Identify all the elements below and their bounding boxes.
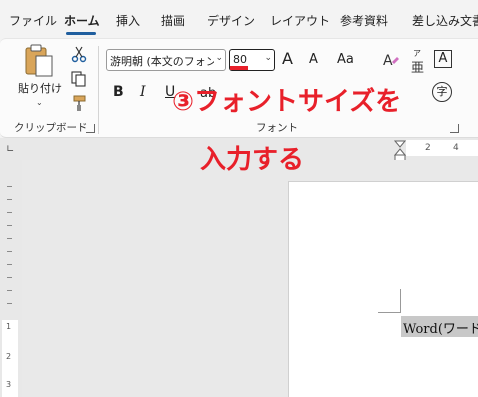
tab-file[interactable]: ファイル [9, 12, 57, 29]
ruler-number: 2 [425, 143, 431, 153]
ruler-tick [7, 303, 12, 304]
ruler-tick [7, 277, 12, 278]
grow-font-button[interactable]: A [282, 49, 293, 68]
ruler-tick [7, 238, 12, 239]
tab-mailings[interactable]: 差し込み文書 [412, 12, 478, 29]
ruler-number: 3 [6, 380, 12, 389]
phonetic-guide-button[interactable]: ア 亜 [410, 48, 428, 76]
character-border-button[interactable]: A [434, 50, 452, 68]
enclose-characters-button[interactable]: 字 [432, 82, 452, 102]
clipboard-launcher-icon[interactable] [86, 124, 95, 133]
ruler-tick [7, 186, 12, 187]
ruler-number: 1 [6, 322, 12, 331]
format-painter-icon[interactable] [70, 94, 88, 112]
ruler-number: 4 [453, 143, 459, 153]
tab-insert[interactable]: 挿入 [116, 12, 140, 29]
clear-formatting-icon[interactable]: A [382, 51, 400, 69]
annotation-step-text-2: 入力する [200, 145, 305, 175]
shrink-font-button[interactable]: A [309, 52, 318, 67]
paste-button[interactable]: 貼り付け ⌄ [16, 44, 64, 108]
indent-marker-icon[interactable] [394, 140, 406, 162]
ruler-number: 2 [6, 352, 12, 361]
font-launcher-icon[interactable] [450, 124, 459, 133]
active-tab-indicator [66, 32, 96, 35]
selected-document-text[interactable]: Word(ワード [401, 316, 478, 337]
tab-design[interactable]: デザイン [207, 12, 255, 29]
ruler-tick [7, 264, 12, 265]
paste-icon [25, 44, 53, 77]
svg-text:A: A [383, 53, 393, 69]
font-size-value: 80 [233, 53, 247, 66]
document-page[interactable] [288, 181, 478, 397]
menu-tab-bar: ファイル ホーム 挿入 描画 デザイン レイアウト 参考資料 差し込み文書 [0, 0, 478, 38]
cut-icon[interactable] [70, 45, 88, 63]
tab-layout[interactable]: レイアウト [270, 12, 330, 29]
chevron-down-icon: ⌄ [215, 53, 223, 63]
font-name-dropdown[interactable]: 游明朝 (本文のフォン ⌄ [106, 49, 226, 71]
ruler-tick [7, 290, 12, 291]
chevron-down-icon[interactable]: ⌄ [36, 98, 43, 107]
tab-selector-icon[interactable]: ∟ [6, 144, 14, 155]
paste-label: 貼り付け [18, 82, 62, 95]
margin-corner-mark [378, 312, 401, 313]
top-ruler [406, 140, 478, 156]
chevron-down-icon: ⌄ [264, 53, 272, 63]
change-case-button[interactable]: Aa [337, 52, 354, 67]
ruby-base: 亜 [411, 61, 425, 76]
tab-draw[interactable]: 描画 [161, 12, 185, 29]
group-divider [98, 46, 99, 134]
annotation-marker [230, 66, 248, 70]
tab-references[interactable]: 参考資料 [340, 12, 388, 29]
ruler-tick [7, 212, 12, 213]
tab-home[interactable]: ホーム [64, 12, 100, 29]
italic-button[interactable]: I [140, 84, 146, 100]
font-group-label: フォント [256, 122, 298, 134]
ruler-tick [7, 225, 12, 226]
clipboard-group-label: クリップボード [14, 122, 88, 134]
ruler-tick [7, 251, 12, 252]
margin-corner-mark [400, 289, 401, 313]
ruler-tick [7, 199, 12, 200]
bold-button[interactable]: B [113, 84, 124, 100]
copy-icon[interactable] [70, 70, 88, 88]
annotation-step-text: ③フォントサイズを [172, 87, 402, 117]
font-name-value: 游明朝 (本文のフォン [110, 55, 214, 68]
